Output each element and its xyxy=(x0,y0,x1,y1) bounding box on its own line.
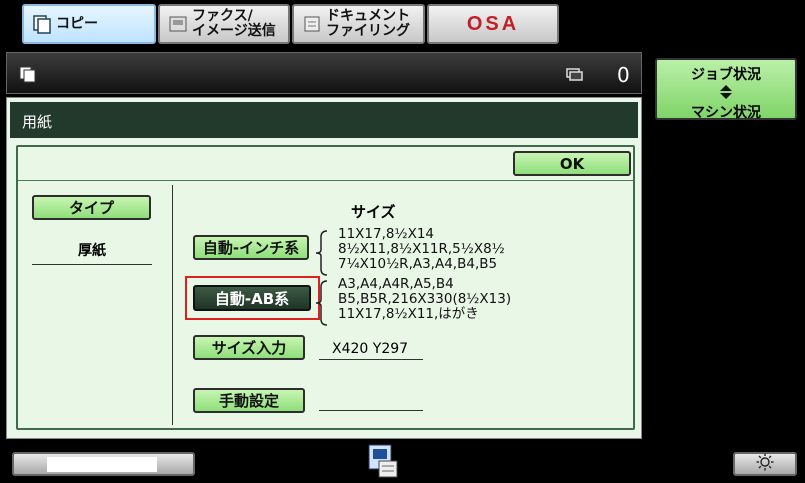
machine-status-label: マシン状況 xyxy=(691,105,761,121)
inch-bracket xyxy=(315,230,329,280)
manual-setting-button[interactable]: 手動設定 xyxy=(193,388,305,413)
tab-copy-label: コピー xyxy=(56,15,98,32)
toggle-arrows-icon xyxy=(657,84,795,99)
document-filing-icon xyxy=(302,14,322,34)
tab-fax-image-send[interactable]: ファクス/ イメージ送信 xyxy=(158,4,290,44)
copy-icon xyxy=(32,14,52,34)
ok-button[interactable]: OK xyxy=(513,151,631,176)
scanner-job-icon[interactable] xyxy=(365,443,401,483)
job-status-button[interactable]: ジョブ状況 マシン状況 xyxy=(655,58,797,121)
osa-logo: OSA xyxy=(466,12,520,35)
size-input-button[interactable]: サイズ入力 xyxy=(193,335,305,360)
manual-setting-value xyxy=(319,393,423,411)
panel-title: 用紙 xyxy=(10,102,638,138)
type-underline xyxy=(32,264,152,265)
tab-copy[interactable]: コピー xyxy=(22,4,156,44)
auto-inch-button[interactable]: 自動-インチ系 xyxy=(193,235,309,260)
ab-size-list: A3,A4,A4R,A5,B4 B5,B5R,216X330(8½X13) 11… xyxy=(338,276,512,322)
tab-document-filing[interactable]: ドキュメント ファイリング xyxy=(292,4,425,44)
status-header: 0 xyxy=(6,52,642,94)
fax-icon xyxy=(168,14,188,34)
paper-panel: 用紙 OK タイプ 厚紙 サイズ 自動-インチ系 11X17,8½X14 8½X… xyxy=(6,97,642,439)
size-input-value: X420 Y297 xyxy=(319,341,423,360)
system-button-display xyxy=(47,457,157,472)
column-divider xyxy=(172,185,173,425)
inch-size-list: 11X17,8½X14 8½X11,8½X11R,5½X8½ 7¼X10½R,A… xyxy=(338,226,505,272)
type-button[interactable]: タイプ xyxy=(32,195,151,220)
paper-settings-area: OK タイプ 厚紙 サイズ 自動-インチ系 11X17,8½X14 8½X11,… xyxy=(16,145,635,430)
tab-fax-label: ファクス/ イメージ送信 xyxy=(192,8,276,39)
size-heading: サイズ xyxy=(351,203,396,221)
auto-ab-button[interactable]: 自動-AB系 xyxy=(193,285,311,311)
copy-mode-icon xyxy=(18,65,38,87)
ab-bracket xyxy=(315,280,329,330)
job-status-label: ジョブ状況 xyxy=(691,67,761,83)
system-button[interactable] xyxy=(12,452,195,476)
brightness-button[interactable] xyxy=(733,452,797,476)
brightness-icon xyxy=(756,453,774,475)
copies-icon xyxy=(566,67,584,86)
paper-type-value: 厚紙 xyxy=(78,243,106,259)
copy-count: 0 xyxy=(617,63,630,87)
tab-document-filing-label: ドキュメント ファイリング xyxy=(326,8,410,39)
tab-osa[interactable]: OSA xyxy=(427,4,559,44)
divider xyxy=(18,180,633,181)
